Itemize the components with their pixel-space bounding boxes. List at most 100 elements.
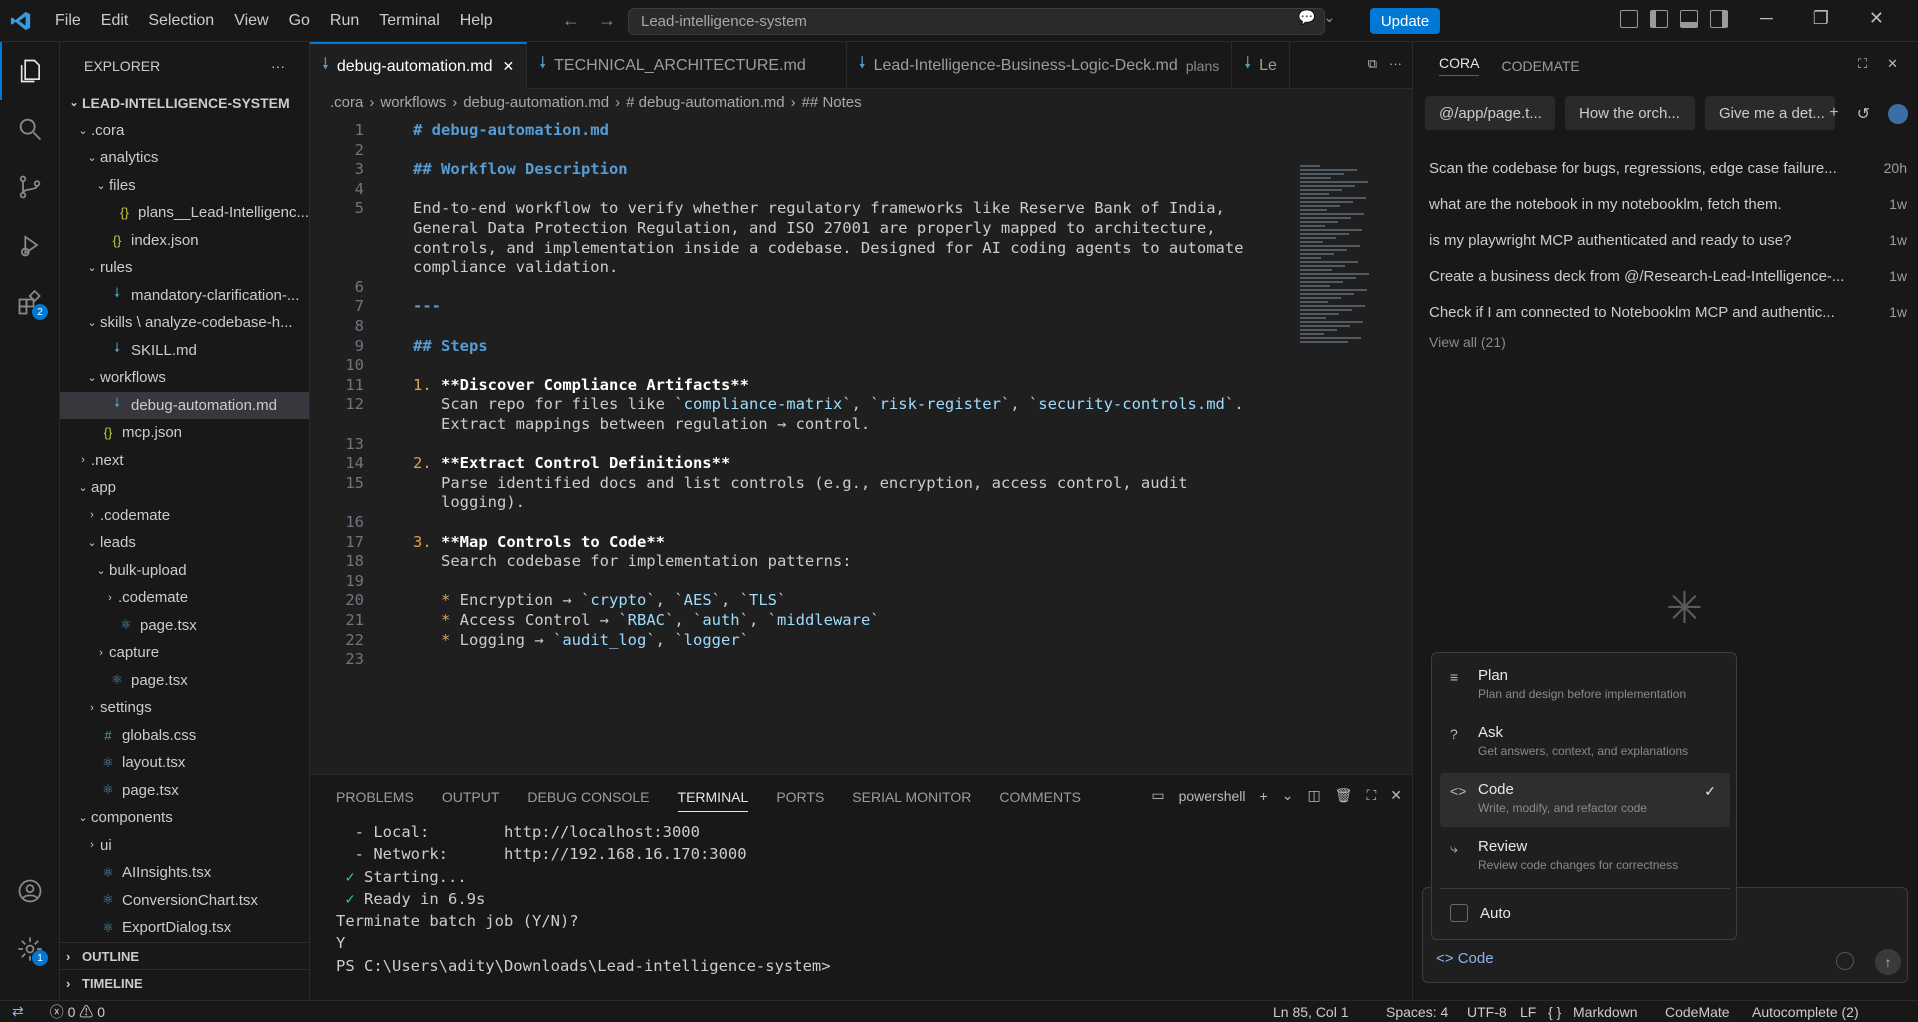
tree-item[interactable]: ⚛ page.tsx (60, 612, 309, 640)
panel-tab-serial-monitor[interactable]: SERIAL MONITOR (852, 789, 971, 805)
tree-item[interactable]: # globals.css (60, 722, 309, 750)
outline-section[interactable]: › OUTLINE (60, 942, 309, 969)
forward-icon[interactable]: → (598, 10, 616, 31)
mode-option-plan[interactable]: ≡ Plan Plan and design before implementati… (1440, 659, 1730, 713)
explorer-icon[interactable] (0, 42, 60, 100)
tree-item[interactable]: 🠗 debug-automation.md (60, 391, 309, 419)
editor-tab[interactable]: 🠗 Le (1232, 42, 1290, 89)
breadcrumb-item[interactable]: .cora (330, 94, 363, 111)
mode-option-code[interactable]: <> Code Write, modify, and refactor code ✓ (1440, 773, 1730, 827)
context-chip[interactable]: @/app/page.t... (1425, 96, 1555, 130)
tree-item[interactable]: › ui (60, 832, 309, 860)
panel-tab-output[interactable]: OUTPUT (442, 789, 500, 805)
tree-item[interactable]: › settings (60, 694, 309, 722)
avatar[interactable] (1888, 104, 1908, 124)
codemate-status[interactable]: CodeMate (1665, 1004, 1730, 1020)
workspace-root[interactable]: ⌄ LEAD-INTELLIGENCE-SYSTEM (60, 89, 309, 117)
panel-tab-debug-console[interactable]: DEBUG CONSOLE (527, 789, 649, 805)
send-button[interactable]: ↑ (1875, 949, 1901, 975)
view-all-link[interactable]: View all (21) (1429, 334, 1907, 350)
tree-item[interactable]: ⌄ components (60, 804, 309, 832)
tree-item[interactable]: ⌄ leads (60, 529, 309, 557)
panel-tab-comments[interactable]: COMMENTS (999, 789, 1081, 805)
chat-toggle[interactable]: 💬 ⌄ (1298, 9, 1335, 26)
chat-tab-cora[interactable]: CORA (1439, 55, 1480, 76)
minimize-icon[interactable]: ─ (1760, 8, 1773, 29)
menu-item-run[interactable]: Run (321, 8, 368, 34)
menu-item-view[interactable]: View (225, 8, 277, 34)
update-button[interactable]: Update (1370, 8, 1440, 34)
tree-item[interactable]: ⚛ page.tsx (60, 667, 309, 695)
account-icon[interactable] (0, 862, 60, 920)
menu-item-file[interactable]: File (46, 8, 90, 34)
add-icon[interactable]: + (1829, 104, 1838, 124)
tree-item[interactable]: ⌄ skills \ analyze-codebase-h... (60, 309, 309, 337)
autocomplete-status[interactable]: Autocomplete (2) (1752, 1004, 1859, 1020)
breadcrumb-item[interactable]: # debug-automation.md (626, 94, 784, 111)
history-item[interactable]: Create a business deck from @/Research-L… (1429, 258, 1907, 294)
tree-item[interactable]: › .codemate (60, 584, 309, 612)
history-item[interactable]: is my playwright MCP authenticated and r… (1429, 222, 1907, 258)
line-ending[interactable]: LF (1520, 1004, 1536, 1020)
run-debug-icon[interactable] (0, 216, 60, 274)
tree-item[interactable]: ⚛ ExportDialog.tsx (60, 914, 309, 942)
editor-tab[interactable]: 🠗 TECHNICAL_ARCHITECTURE.md (527, 42, 847, 89)
history-icon[interactable]: ↺ (1857, 104, 1870, 124)
history-item[interactable]: Check if I am connected to Notebooklm MC… (1429, 294, 1907, 330)
breadcrumb-item[interactable]: ## Notes (802, 94, 862, 111)
split-terminal-icon[interactable]: ◫ (1307, 787, 1320, 804)
mode-option-review[interactable]: ⤷ Review Review code changes for correctne… (1440, 830, 1730, 884)
close-window-icon[interactable]: ✕ (1869, 8, 1884, 29)
tree-item[interactable]: {} index.json (60, 227, 309, 255)
timeline-section[interactable]: › TIMELINE (60, 969, 309, 996)
tree-item[interactable]: ⌄ rules (60, 254, 309, 282)
chevron-down-icon[interactable]: ⌄ (1282, 787, 1294, 804)
remote-icon[interactable]: ⇄ (12, 1003, 24, 1020)
close-tab-icon[interactable]: ✕ (503, 58, 515, 75)
panel-tab-terminal[interactable]: TERMINAL (677, 789, 749, 812)
tree-item[interactable]: 🠗 SKILL.md (60, 337, 309, 365)
context-chip[interactable]: How the orch... (1565, 96, 1695, 130)
toggle-secondary-sidebar-icon[interactable] (1710, 10, 1728, 28)
breadcrumb-item[interactable]: debug-automation.md (463, 94, 609, 111)
editor-tab[interactable]: 🠗 Lead-Intelligence-Business-Logic-Deck.m… (847, 42, 1233, 89)
encoding[interactable]: UTF-8 (1467, 1004, 1507, 1020)
history-item[interactable]: Scan the codebase for bugs, regressions,… (1429, 150, 1907, 186)
breadcrumb-item[interactable]: workflows (380, 94, 446, 111)
panel-tab-ports[interactable]: PORTS (776, 789, 824, 805)
panel-tab-problems[interactable]: PROBLEMS (336, 789, 414, 805)
open-preview-icon[interactable]: ⧉ (1368, 56, 1377, 72)
tree-item[interactable]: 🠗 mandatory-clarification-... (60, 282, 309, 310)
more-actions-icon[interactable]: ··· (1389, 56, 1402, 72)
maximize-icon[interactable]: ⛶ (1858, 56, 1867, 72)
tree-item[interactable]: ⚛ page.tsx (60, 777, 309, 805)
mode-selector[interactable]: <> Code (1436, 950, 1494, 967)
menu-item-help[interactable]: Help (451, 8, 502, 34)
terminal-shell-label[interactable]: powershell (1179, 788, 1246, 804)
language-mode[interactable]: Markdown (1573, 1004, 1638, 1020)
tree-item[interactable]: ⌄ .cora (60, 117, 309, 145)
tree-item[interactable]: ⚛ layout.tsx (60, 749, 309, 777)
cursor-position[interactable]: Ln 85, Col 1 (1273, 1004, 1349, 1020)
mode-option-ask[interactable]: ? Ask Get answers, context, and explanatio… (1440, 716, 1730, 770)
terminal-output[interactable]: - Local: http://localhost:3000 - Network… (336, 821, 831, 977)
tree-item[interactable]: ⌄ analytics (60, 144, 309, 172)
tree-item[interactable]: ⚛ ConversionChart.tsx (60, 887, 309, 915)
toggle-primary-sidebar-icon[interactable] (1650, 10, 1668, 28)
history-item[interactable]: what are the notebook in my notebooklm, … (1429, 186, 1907, 222)
tree-item[interactable]: ⌄ files (60, 172, 309, 200)
tree-item[interactable]: › .next (60, 447, 309, 475)
trash-icon[interactable]: 🗑 (1335, 787, 1353, 804)
menu-item-terminal[interactable]: Terminal (370, 8, 448, 34)
tree-item[interactable]: {} mcp.json (60, 419, 309, 447)
context-chip[interactable]: Give me a det... (1705, 96, 1835, 130)
tree-item[interactable]: ⚛ AIInsights.tsx (60, 859, 309, 887)
new-terminal-icon[interactable]: + (1260, 788, 1268, 804)
tree-item[interactable]: ⌄ bulk-upload (60, 557, 309, 585)
extensions-icon[interactable]: 2 (0, 274, 60, 332)
menu-item-go[interactable]: Go (280, 8, 319, 34)
customize-layout-icon[interactable] (1620, 10, 1638, 28)
problems-status[interactable]: ⓧ 0 ⚠ 0 (50, 1002, 105, 1022)
tree-item[interactable]: {} plans__Lead-Intelligenc... (60, 199, 309, 227)
search-icon[interactable] (0, 100, 60, 158)
